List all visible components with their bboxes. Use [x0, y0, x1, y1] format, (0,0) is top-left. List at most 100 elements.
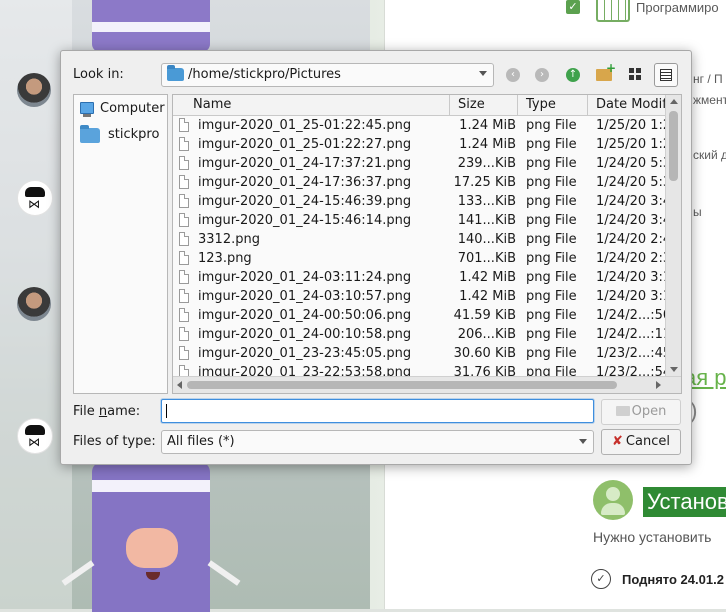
file-name: imgur-2020_01_24-03:11:24.png [198, 270, 412, 285]
file-date: 1/24/20 3:1 [596, 270, 665, 285]
scroll-left-arrow-icon[interactable] [177, 381, 182, 389]
forward-icon: › [535, 68, 549, 82]
file-size: 41.59 KiB [453, 308, 516, 323]
towel-band [92, 480, 210, 492]
file-row[interactable]: imgur-2020_01_24-17:37:21.png 239...KiB pn… [173, 154, 665, 173]
file-row[interactable]: 3312.png 140...KiB png File 1/24/20 2:4 [173, 230, 665, 249]
file-type: png File [526, 289, 577, 304]
file-size: 141...KiB [457, 213, 516, 228]
avatar[interactable] [17, 418, 53, 454]
file-name: imgur-2020_01_24-15:46:14.png [198, 213, 412, 228]
parent-directory-button[interactable]: ↑ [561, 63, 585, 87]
file-icon [179, 346, 189, 360]
vertical-scrollbar[interactable] [665, 95, 681, 376]
file-date: 1/25/20 1:2 [596, 118, 665, 133]
file-icon [179, 156, 189, 170]
back-button[interactable]: ‹ [501, 63, 525, 87]
column-header-type[interactable]: Type [518, 95, 588, 115]
parent-directory-icon: ↑ [566, 68, 580, 82]
file-type: png File [526, 251, 577, 266]
file-name: imgur-2020_01_24-00:50:06.png [198, 308, 412, 323]
text-caret [166, 404, 167, 418]
file-type: png File [526, 346, 577, 361]
scroll-up-arrow-icon[interactable] [670, 99, 678, 104]
file-size: 239...KiB [457, 156, 516, 171]
detail-view-button[interactable] [654, 63, 678, 87]
file-size: 17.25 KiB [453, 175, 516, 190]
file-row[interactable]: imgur-2020_01_25-01:22:27.png 1.24 MiB png… [173, 135, 665, 154]
icon-view-icon [629, 68, 641, 80]
scroll-right-arrow-icon[interactable] [656, 381, 661, 389]
highlighted-heading: Установ [643, 487, 726, 517]
towel-face [126, 528, 178, 568]
file-row[interactable]: imgur-2020_01_24-03:10:57.png 1.42 MiB png… [173, 287, 665, 306]
towelie-image-bottom [92, 462, 210, 612]
file-date: 1/24/20 5:3 [596, 156, 665, 171]
category-text[interactable]: Программиро [636, 0, 726, 15]
file-date: 1/24/2...:11 [596, 327, 665, 342]
file-name: imgur-2020_01_24-03:10:57.png [198, 289, 412, 304]
file-size: 1.24 MiB [459, 118, 516, 133]
scrollbar-thumb[interactable] [187, 381, 617, 389]
file-size: 133...KiB [457, 194, 516, 209]
file-type: png File [526, 327, 577, 342]
file-date: 1/24/20 2:3 [596, 251, 665, 266]
files-of-type-value: All files (*) [167, 434, 235, 449]
file-date: 1/24/20 3:4 [596, 194, 665, 209]
file-name: imgur-2020_01_24-17:36:37.png [198, 175, 412, 190]
forward-button[interactable]: › [530, 63, 554, 87]
scrollbar-thumb[interactable] [669, 111, 678, 181]
file-name: 123.png [198, 251, 252, 266]
file-row[interactable]: imgur-2020_01_24-15:46:39.png 133...KiB pn… [173, 192, 665, 211]
files-of-type-label: Files of type: [73, 434, 156, 449]
towelie-image-top [92, 0, 210, 52]
cancel-button[interactable]: ✘ Cancel [601, 429, 681, 455]
file-row[interactable]: imgur-2020_01_25-01:22:45.png 1.24 MiB png… [173, 116, 665, 135]
file-date: 1/23/2...:45 [596, 346, 665, 361]
icon-view-button[interactable] [623, 63, 647, 87]
sidebar-item-computer[interactable]: Computer [78, 98, 165, 120]
file-type: png File [526, 137, 577, 152]
file-row[interactable]: imgur-2020_01_24-17:36:37.png 17.25 KiB pn… [173, 173, 665, 192]
file-date: 1/25/20 1:2 [596, 137, 665, 152]
checkbox-checked-icon[interactable]: ✓ [566, 0, 580, 14]
horizontal-scrollbar[interactable] [173, 376, 681, 393]
file-name: imgur-2020_01_24-17:37:21.png [198, 156, 412, 171]
open-button[interactable]: Open [601, 399, 681, 425]
scroll-down-arrow-icon[interactable] [670, 367, 678, 372]
file-row[interactable]: imgur-2020_01_24-03:11:24.png 1.42 MiB png… [173, 268, 665, 287]
file-name-input[interactable] [161, 399, 594, 423]
file-row[interactable]: imgur-2020_01_24-00:50:06.png 41.59 KiB pn… [173, 306, 665, 325]
file-row[interactable]: 123.png 701...KiB png File 1/24/20 2:3 [173, 249, 665, 268]
avatar[interactable] [17, 287, 51, 321]
column-header-size[interactable]: Size [450, 95, 518, 115]
file-type: png File [526, 308, 577, 323]
column-header-date[interactable]: Date Modifi [588, 95, 665, 115]
file-date: 1/24/20 2:4 [596, 232, 665, 247]
look-in-combobox[interactable]: /home/stickpro/Pictures [161, 63, 494, 87]
file-row[interactable]: imgur-2020_01_24-00:10:58.png 206...KiB pn… [173, 325, 665, 344]
avatar[interactable] [17, 180, 53, 216]
sidebar-item-stickpro[interactable]: stickpro [78, 124, 164, 146]
files-of-type-combobox[interactable]: All files (*) [161, 430, 594, 454]
file-name-label-post: ame: [107, 404, 141, 419]
look-in-label: Look in: [73, 67, 124, 82]
file-name: imgur-2020_01_24-00:10:58.png [198, 327, 412, 342]
check-circle-icon[interactable]: ✓ [591, 569, 611, 589]
file-list-header: Name Size Type Date Modifi [173, 95, 665, 116]
spreadsheet-icon [596, 0, 630, 22]
file-icon [179, 137, 189, 151]
file-name-label-mnemonic: n [98, 404, 108, 419]
file-icon [179, 175, 189, 189]
folder-open-icon [615, 406, 630, 416]
computer-icon [80, 102, 94, 117]
file-row[interactable]: imgur-2020_01_24-15:46:14.png 141...KiB pn… [173, 211, 665, 230]
new-folder-button[interactable] [592, 62, 616, 87]
background-text: ский д [693, 148, 726, 162]
file-icon [179, 270, 189, 284]
file-row[interactable]: imgur-2020_01_23-23:45:05.png 30.60 KiB pn… [173, 344, 665, 363]
column-header-name[interactable]: Name [173, 95, 450, 115]
file-icon [179, 289, 189, 303]
avatar[interactable] [17, 73, 51, 107]
file-date: 1/24/20 3:1 [596, 289, 665, 304]
